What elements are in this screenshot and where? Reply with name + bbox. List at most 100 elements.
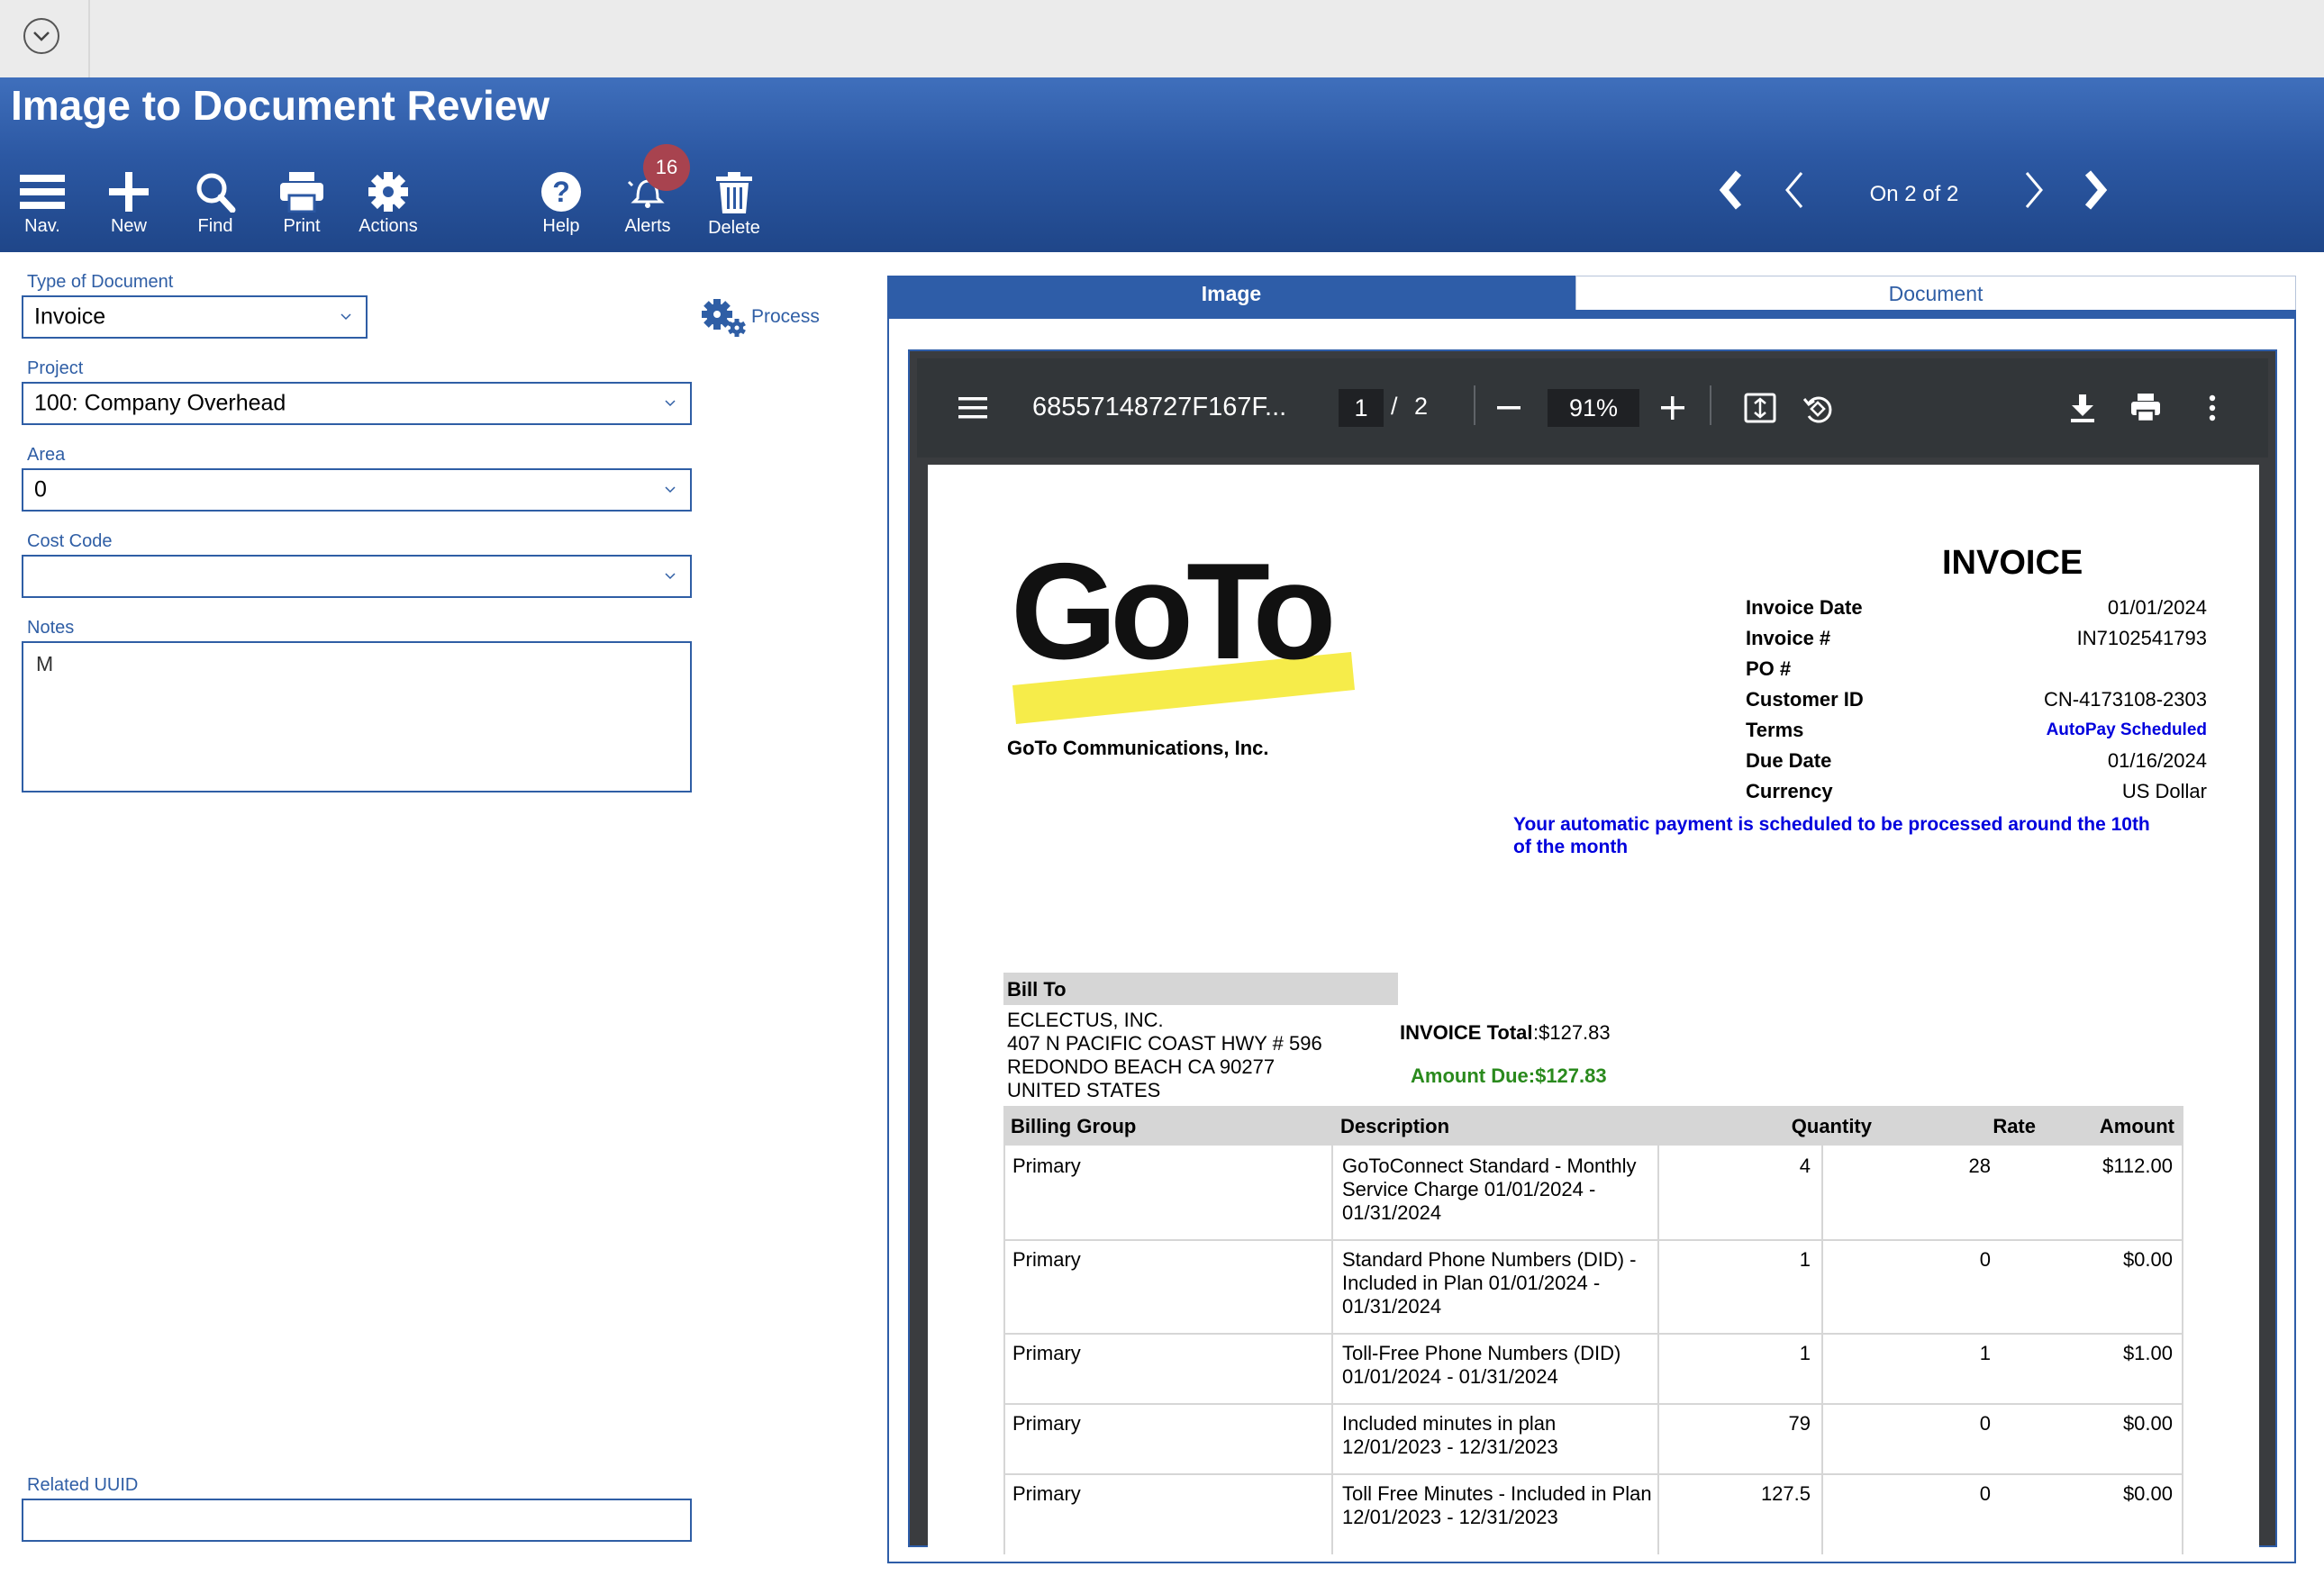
autopay-note: Your automatic payment is scheduled to b… <box>1513 814 2150 835</box>
collapse-chevron-down-icon[interactable] <box>23 18 59 54</box>
notes-textarea[interactable]: M <box>22 641 692 792</box>
column-header: Amount <box>2099 1115 2174 1137</box>
table-border <box>1821 1146 1823 1554</box>
cell-quantity: 1 <box>1799 1342 1811 1364</box>
project-value: 100: Company Overhead <box>34 390 286 416</box>
table-border <box>1331 1146 1333 1554</box>
chevron-down-icon <box>665 400 676 407</box>
pdf-print-button[interactable] <box>2129 393 2162 428</box>
row-divider <box>1003 1473 2183 1475</box>
vendor-name: GoTo Communications, Inc. <box>1007 737 1269 759</box>
next-record-button[interactable] <box>2014 168 2054 217</box>
logo-text: GoTo <box>1011 546 1331 688</box>
delete-button[interactable]: Delete <box>694 171 775 243</box>
alerts-count-badge: 16 <box>643 144 690 191</box>
cell-description: Standard Phone Numbers (DID) - <box>1342 1248 1637 1271</box>
print-button[interactable]: Print <box>261 171 342 243</box>
cost-code-select[interactable] <box>22 555 692 598</box>
tab-underline <box>887 310 2296 319</box>
cell-description: Service Charge 01/01/2024 - <box>1342 1178 1596 1200</box>
plus-icon <box>109 172 149 212</box>
divider <box>1474 385 1475 425</box>
zoom-in-button[interactable] <box>1659 394 1686 426</box>
row-divider <box>1003 1333 2183 1335</box>
new-button[interactable]: New <box>88 171 169 243</box>
process-label[interactable]: Process <box>751 306 820 328</box>
print-label: Print <box>283 216 321 236</box>
cell-quantity: 127.5 <box>1760 1482 1811 1505</box>
pdf-menu-button[interactable] <box>958 394 989 426</box>
rotate-button[interactable] <box>1802 393 1834 430</box>
meta-value: CN-4173108-2303 <box>2043 688 2207 711</box>
download-button[interactable] <box>2068 393 2097 428</box>
meta-label: Due Date <box>1746 749 1832 772</box>
tab-document[interactable]: Document <box>1575 276 2296 312</box>
cell-description: 01/31/2024 <box>1342 1295 1442 1318</box>
trash-icon <box>716 172 752 213</box>
fit-page-button[interactable] <box>1744 393 1776 428</box>
project-select[interactable]: 100: Company Overhead <box>22 382 692 425</box>
delete-label: Delete <box>708 218 760 238</box>
bill-to-line: 407 N PACIFIC COAST HWY # 596 <box>1007 1032 1322 1055</box>
meta-value: IN7102541793 <box>2076 627 2207 649</box>
zoom-level-input[interactable]: 91% <box>1548 389 1639 427</box>
cell-billing-group: Primary <box>1012 1482 1081 1505</box>
related-uuid-label: Related UUID <box>27 1475 139 1495</box>
gear-icon <box>368 172 408 212</box>
chevron-down-icon <box>340 313 351 321</box>
help-button[interactable]: ? Help <box>521 171 602 243</box>
meta-label: Terms <box>1746 719 1804 741</box>
cell-description: 12/01/2023 - 12/31/2023 <box>1342 1436 1558 1458</box>
cell-billing-group: Primary <box>1012 1155 1081 1177</box>
help-label: Help <box>542 216 580 236</box>
pdf-filename: 68557148727F167F... <box>1032 393 1287 421</box>
pdf-page-input[interactable]: 1 <box>1339 389 1384 427</box>
cell-billing-group: Primary <box>1012 1248 1081 1271</box>
actions-button[interactable]: Actions <box>348 171 429 243</box>
plus-icon <box>1661 396 1684 420</box>
notes-value: M <box>36 652 54 675</box>
chevron-left-icon <box>1785 172 1803 208</box>
related-uuid-input[interactable] <box>22 1499 692 1542</box>
top-strip <box>0 0 2324 78</box>
meta-label: PO # <box>1746 657 1792 680</box>
rotate-icon <box>1802 396 1832 423</box>
cell-description: 01/31/2024 <box>1342 1201 1442 1224</box>
process-button[interactable] <box>699 297 748 337</box>
project-label: Project <box>27 358 84 378</box>
nav-label: Nav. <box>24 216 60 236</box>
printer-icon <box>2131 394 2160 423</box>
hamburger-menu-icon <box>958 397 987 419</box>
more-options-button[interactable] <box>2207 393 2218 428</box>
area-value: 0 <box>34 476 47 503</box>
column-header: Rate <box>1993 1115 2036 1137</box>
invoice-total-value: :$127.83 <box>1533 1021 1611 1044</box>
cell-description: 01/01/2024 - 01/31/2024 <box>1342 1365 1558 1388</box>
meta-value: 01/01/2024 <box>2107 596 2207 619</box>
meta-value-terms: AutoPay Scheduled <box>2046 720 2207 739</box>
divider <box>88 0 90 77</box>
first-record-button[interactable] <box>1711 168 1751 217</box>
column-header: Quantity <box>1791 1115 1872 1137</box>
tab-image[interactable]: Image <box>887 276 1575 312</box>
last-record-button[interactable] <box>2075 168 2115 217</box>
zoom-out-button[interactable] <box>1495 394 1522 426</box>
pdf-page-separator: / <box>1391 393 1398 420</box>
cell-rate: 0 <box>1979 1482 1991 1505</box>
area-select[interactable]: 0 <box>22 468 692 512</box>
cell-description: 12/01/2023 - 12/31/2023 <box>1342 1506 1558 1528</box>
cell-amount: $0.00 <box>2122 1412 2173 1435</box>
previous-record-button[interactable] <box>1775 168 1814 217</box>
record-position: On 2 of 2 <box>1869 182 1959 206</box>
find-button[interactable]: Find <box>175 171 256 243</box>
nav-button[interactable]: Nav. <box>2 171 83 243</box>
type-of-document-select[interactable]: Invoice <box>22 295 368 339</box>
notes-label: Notes <box>27 618 75 638</box>
cell-description: Toll-Free Phone Numbers (DID) <box>1342 1342 1621 1364</box>
cell-amount: $0.00 <box>2122 1248 2173 1271</box>
meta-label: Customer ID <box>1746 688 1864 711</box>
cell-billing-group: Primary <box>1012 1342 1081 1364</box>
cell-quantity: 1 <box>1799 1248 1811 1271</box>
bill-to-line: UNITED STATES <box>1007 1079 1161 1101</box>
search-icon <box>196 173 236 213</box>
